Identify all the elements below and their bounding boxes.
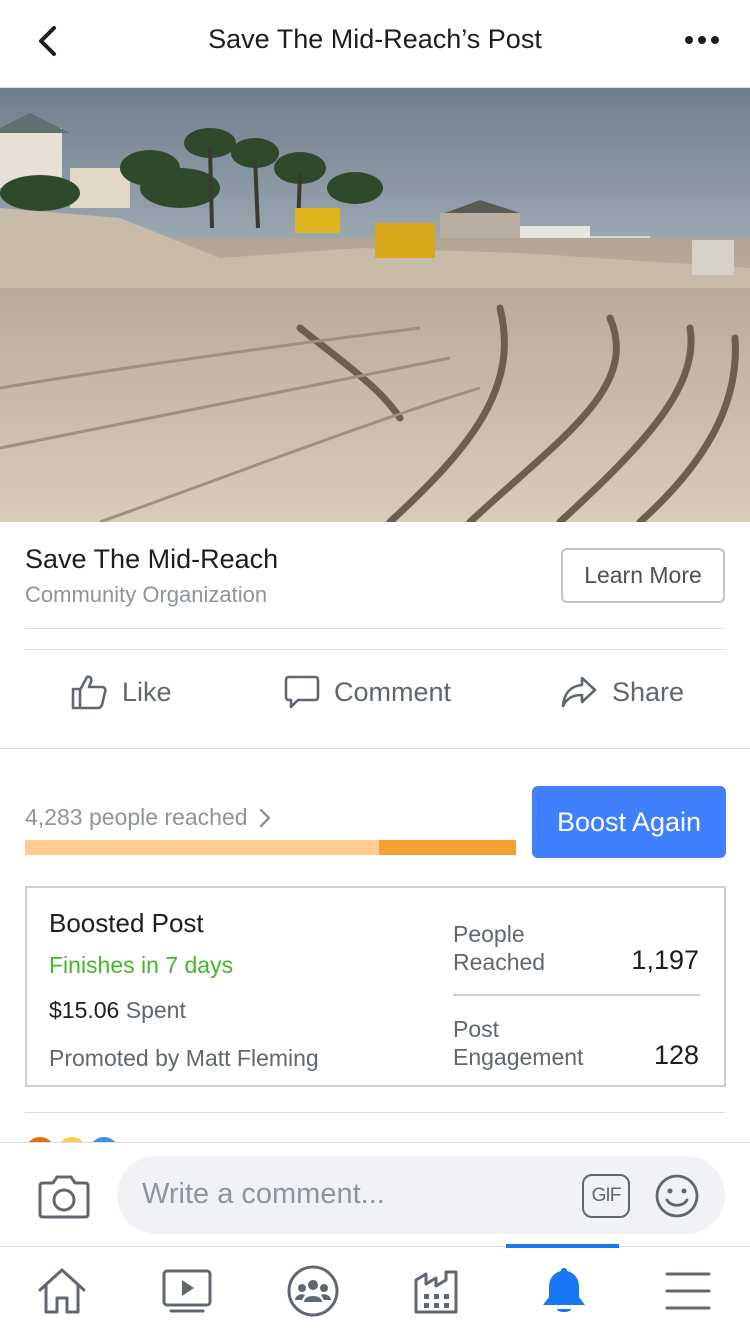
active-tab-indicator [506, 1244, 619, 1248]
tab-watch[interactable] [157, 1265, 217, 1317]
chevron-right-icon [259, 808, 270, 827]
share-label: Share [612, 676, 685, 707]
reach-paid-fill [378, 840, 516, 855]
gif-button[interactable]: GIF [582, 1174, 630, 1218]
tab-groups[interactable] [283, 1265, 343, 1317]
groups-icon [287, 1265, 339, 1317]
share-arrow-icon [561, 676, 597, 708]
promoted-by: Promoted by Matt Fleming [49, 1045, 319, 1071]
learn-more-button[interactable]: Learn More [561, 548, 725, 603]
header-bar: Save The Mid-Reach’s Post [0, 0, 750, 88]
comment-label: Comment [334, 676, 452, 707]
comment-composer: Write a comment... GIF [0, 1142, 750, 1246]
camera-icon [38, 1175, 90, 1219]
page-name[interactable]: Save The Mid-Reach [25, 544, 278, 575]
camera-button[interactable] [38, 1173, 90, 1224]
home-icon [38, 1268, 86, 1314]
people-reached-text: 4,283 people reached [25, 804, 248, 830]
people-reached-label: People Reached [453, 921, 546, 975]
post-engagement-label: Post Engagement [453, 1016, 584, 1070]
comment-button[interactable]: Comment [284, 672, 451, 712]
page-info: Save The Mid-Reach Community Organizatio… [0, 522, 750, 628]
more-dots-icon [685, 36, 719, 44]
more-options-button[interactable] [682, 26, 722, 56]
boost-finish-status: Finishes in 7 days [49, 952, 234, 978]
like-label: Like [122, 676, 172, 707]
like-button[interactable]: Like [70, 672, 172, 712]
divider [0, 748, 750, 749]
thumbs-up-icon [71, 675, 107, 710]
people-reached-value: 1,197 [631, 945, 699, 975]
boost-again-button[interactable]: Boost Again [532, 786, 726, 858]
speech-bubble-icon [284, 675, 320, 709]
tab-home[interactable] [32, 1265, 92, 1317]
tab-notifications[interactable] [534, 1265, 594, 1317]
share-button[interactable]: Share [560, 672, 684, 712]
bell-icon [543, 1268, 585, 1312]
people-reached-link[interactable]: 4,283 people reached [25, 804, 272, 831]
tab-menu[interactable] [658, 1265, 718, 1317]
page-category: Community Organization [25, 582, 268, 607]
menu-icon [665, 1272, 711, 1310]
reach-progress-bar [25, 840, 516, 855]
divider [25, 1112, 725, 1113]
amount-spent: $15.06 Spent [49, 997, 186, 1024]
stat-divider [453, 994, 700, 996]
bottom-tab-bar [0, 1244, 750, 1334]
spent-amount: $15.06 [49, 997, 120, 1023]
video-icon [162, 1269, 212, 1313]
divider [25, 628, 725, 629]
page-title: Save The Mid-Reach’s Post [208, 24, 542, 54]
marketplace-icon [414, 1270, 458, 1314]
emoji-button[interactable] [654, 1173, 700, 1224]
spent-label: Spent [125, 997, 186, 1023]
boosted-post-title: Boosted Post [49, 908, 204, 938]
tab-marketplace[interactable] [408, 1265, 468, 1317]
comment-placeholder: Write a comment... [142, 1178, 385, 1210]
smiley-icon [655, 1174, 699, 1218]
post-engagement-value: 128 [653, 1040, 699, 1070]
post-actions: Like Comment Share [0, 650, 750, 748]
boosted-post-card[interactable]: Boosted Post Finishes in 7 days $15.06 S… [25, 886, 726, 1087]
post-photo[interactable] [0, 88, 750, 522]
